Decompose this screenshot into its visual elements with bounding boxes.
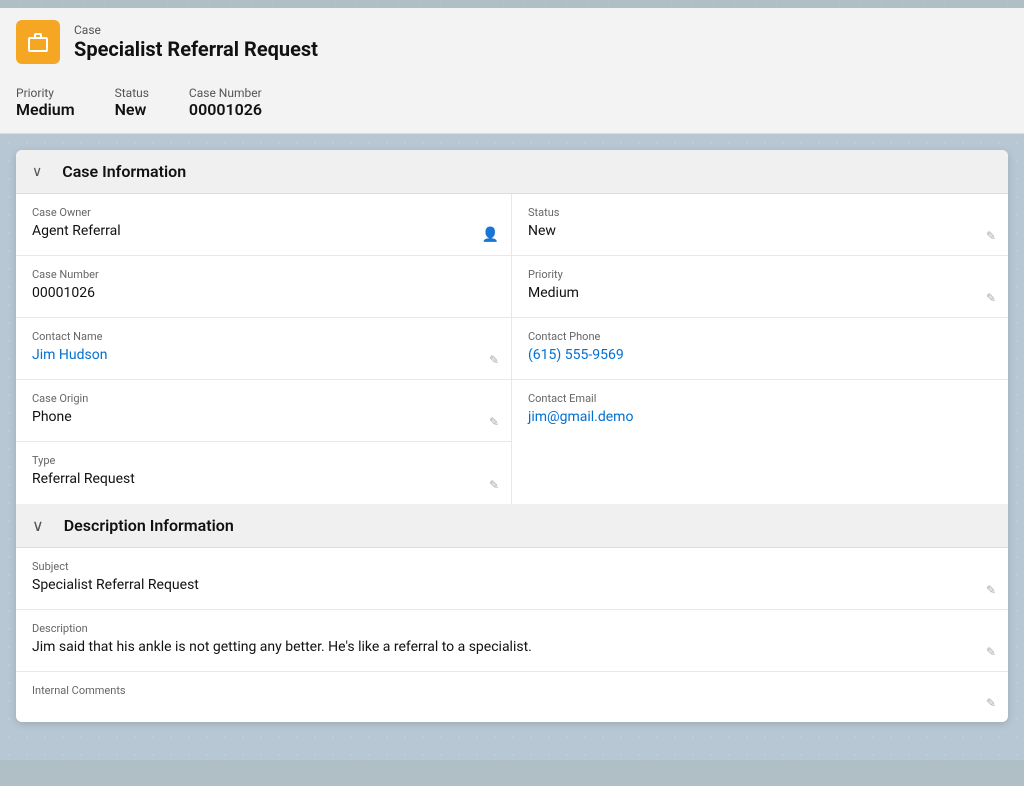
- status-field-value: New: [528, 223, 992, 239]
- status-field-label: Status: [528, 206, 992, 219]
- page-body: ∨ Case Information Case Owner Agent Refe…: [0, 134, 1024, 760]
- case-info-form: Case Owner Agent Referral 👤 Case Number …: [16, 194, 1008, 504]
- subject-edit-icon[interactable]: ✎: [986, 583, 996, 597]
- contact-phone-value[interactable]: (615) 555-9569: [528, 347, 992, 363]
- contact-email-field: Contact Email jim@gmail.demo: [512, 380, 1008, 442]
- description-edit-icon[interactable]: ✎: [986, 645, 996, 659]
- priority-value: Medium: [16, 100, 75, 119]
- contact-name-label: Contact Name: [32, 330, 495, 343]
- subject-value: Specialist Referral Request: [32, 577, 992, 593]
- type-field: Type Referral Request ✎: [16, 442, 511, 504]
- case-info-title: Case Information: [62, 162, 186, 181]
- priority-edit-icon[interactable]: ✎: [986, 291, 996, 305]
- status-meta: Status New: [115, 86, 149, 119]
- desc-collapse-icon[interactable]: ∨: [32, 516, 44, 535]
- internal-comments-field: Internal Comments ✎: [16, 672, 1008, 722]
- page-header: Case Specialist Referral Request Priorit…: [0, 8, 1024, 134]
- case-owner-value: Agent Referral: [32, 223, 495, 239]
- case-origin-field: Case Origin Phone ✎: [16, 380, 511, 442]
- priority-meta: Priority Medium: [16, 86, 75, 119]
- main-card: ∨ Case Information Case Owner Agent Refe…: [16, 150, 1008, 722]
- status-edit-icon[interactable]: ✎: [986, 229, 996, 243]
- description-value: Jim said that his ankle is not getting a…: [32, 639, 992, 655]
- desc-fields: Subject Specialist Referral Request ✎ De…: [16, 548, 1008, 722]
- internal-comments-edit-icon[interactable]: ✎: [986, 696, 996, 710]
- case-info-right-col: Status New ✎ Priority Medium ✎ Contact P…: [512, 194, 1008, 504]
- contact-name-edit-icon[interactable]: ✎: [489, 353, 499, 367]
- contact-name-field: Contact Name Jim Hudson ✎: [16, 318, 511, 380]
- case-icon: [16, 20, 60, 64]
- type-edit-icon[interactable]: ✎: [489, 478, 499, 492]
- priority-field-value: Medium: [528, 285, 992, 301]
- case-number-field-value: 00001026: [32, 285, 495, 301]
- case-owner-field: Case Owner Agent Referral 👤: [16, 194, 511, 256]
- contact-name-value[interactable]: Jim Hudson: [32, 347, 495, 363]
- priority-field: Priority Medium ✎: [512, 256, 1008, 318]
- description-label: Description: [32, 622, 992, 635]
- description-field: Description Jim said that his ankle is n…: [16, 610, 1008, 672]
- contact-phone-field: Contact Phone (615) 555-9569: [512, 318, 1008, 380]
- case-info-section-header: ∨ Case Information: [16, 150, 1008, 194]
- header-text-group: Case Specialist Referral Request: [74, 23, 318, 61]
- case-label: Case: [74, 23, 318, 37]
- collapse-chevron-icon[interactable]: ∨: [32, 164, 42, 180]
- case-info-left-col: Case Owner Agent Referral 👤 Case Number …: [16, 194, 512, 504]
- header-meta-row: Priority Medium Status New Case Number 0…: [16, 76, 1008, 133]
- case-origin-label: Case Origin: [32, 392, 495, 405]
- page-title: Specialist Referral Request: [74, 37, 318, 61]
- case-number-field-label: Case Number: [32, 268, 495, 281]
- status-field: Status New ✎: [512, 194, 1008, 256]
- contact-email-label: Contact Email: [528, 392, 992, 405]
- contact-email-value[interactable]: jim@gmail.demo: [528, 409, 992, 425]
- status-label: Status: [115, 86, 149, 100]
- case-number-meta: Case Number 00001026: [189, 86, 262, 119]
- priority-label: Priority: [16, 86, 75, 100]
- top-bar: [0, 0, 1024, 8]
- status-value: New: [115, 100, 149, 119]
- case-origin-value: Phone: [32, 409, 495, 425]
- subject-field: Subject Specialist Referral Request ✎: [16, 548, 1008, 610]
- case-number-field: Case Number 00001026: [16, 256, 511, 318]
- subject-label: Subject: [32, 560, 992, 573]
- briefcase-icon: [26, 30, 50, 54]
- internal-comments-label: Internal Comments: [32, 684, 992, 697]
- contact-phone-label: Contact Phone: [528, 330, 992, 343]
- case-number-value: 00001026: [189, 100, 262, 119]
- case-origin-edit-icon[interactable]: ✎: [489, 415, 499, 429]
- type-label: Type: [32, 454, 495, 467]
- case-owner-label: Case Owner: [32, 206, 495, 219]
- priority-field-label: Priority: [528, 268, 992, 281]
- desc-info-section: ∨ Description Information Subject Specia…: [16, 504, 1008, 722]
- desc-section-header: ∨ Description Information: [16, 504, 1008, 548]
- desc-section-title: Description Information: [64, 516, 234, 535]
- case-number-label: Case Number: [189, 86, 262, 100]
- type-value: Referral Request: [32, 471, 495, 487]
- person-icon[interactable]: 👤: [482, 227, 499, 243]
